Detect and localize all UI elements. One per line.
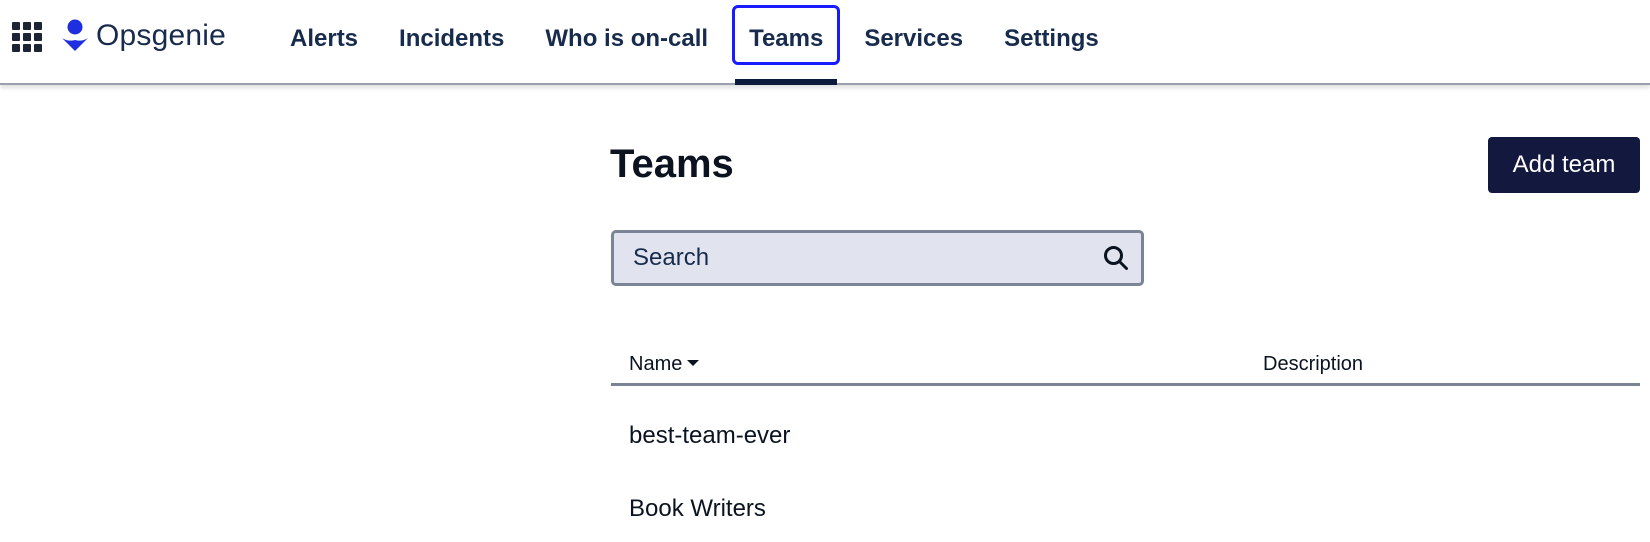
nav-tab-label: Teams bbox=[749, 24, 824, 52]
nav-tab-settings[interactable]: Settings bbox=[1004, 0, 1099, 85]
opsgenie-logo-icon bbox=[62, 19, 88, 51]
caret-down-icon bbox=[687, 359, 700, 366]
team-name-link[interactable]: best-team-ever bbox=[629, 422, 790, 450]
column-header-label: Name bbox=[629, 353, 683, 375]
team-name-link[interactable]: Book Writers bbox=[629, 495, 766, 523]
opsgenie-logo[interactable]: Opsgenie bbox=[60, 16, 226, 56]
search-box bbox=[611, 230, 1144, 286]
column-header-description: Description bbox=[1263, 353, 1363, 376]
nav-tab-incidents[interactable]: Incidents bbox=[399, 0, 504, 85]
nav-tab-label: Who is on-call bbox=[545, 24, 709, 52]
nav-tab-alerts[interactable]: Alerts bbox=[290, 0, 358, 85]
column-header-name[interactable]: Name bbox=[629, 353, 700, 376]
teams-table: Name Description best-team-ever Book Wri… bbox=[611, 350, 1640, 532]
search-input[interactable] bbox=[614, 233, 1084, 283]
nav-tab-label: Incidents bbox=[399, 24, 505, 52]
nav-tab-label: Settings bbox=[1004, 24, 1099, 52]
active-tab-indicator bbox=[735, 79, 838, 85]
table-header: Name Description bbox=[611, 350, 1640, 386]
main-nav: Alerts Incidents Who is on-call Teams Se… bbox=[290, 0, 1140, 85]
app-switcher-grid-icon[interactable] bbox=[12, 22, 42, 52]
page-title: Teams bbox=[610, 142, 734, 186]
logo-text: Opsgenie bbox=[96, 19, 227, 52]
nav-tab-label: Alerts bbox=[290, 24, 359, 52]
top-navigation-bar: Opsgenie Alerts Incidents Who is on-call… bbox=[0, 0, 1650, 85]
column-header-label: Description bbox=[1263, 353, 1364, 375]
table-row: Book Writers bbox=[611, 459, 1640, 532]
add-team-button[interactable]: Add team bbox=[1488, 137, 1640, 193]
nav-tab-label: Services bbox=[864, 24, 964, 52]
nav-tab-who-is-on-call[interactable]: Who is on-call bbox=[545, 0, 708, 85]
nav-tab-services[interactable]: Services bbox=[864, 0, 963, 85]
table-row: best-team-ever bbox=[611, 386, 1640, 459]
search-icon[interactable] bbox=[1103, 245, 1129, 271]
nav-tab-teams[interactable]: Teams bbox=[732, 0, 841, 85]
